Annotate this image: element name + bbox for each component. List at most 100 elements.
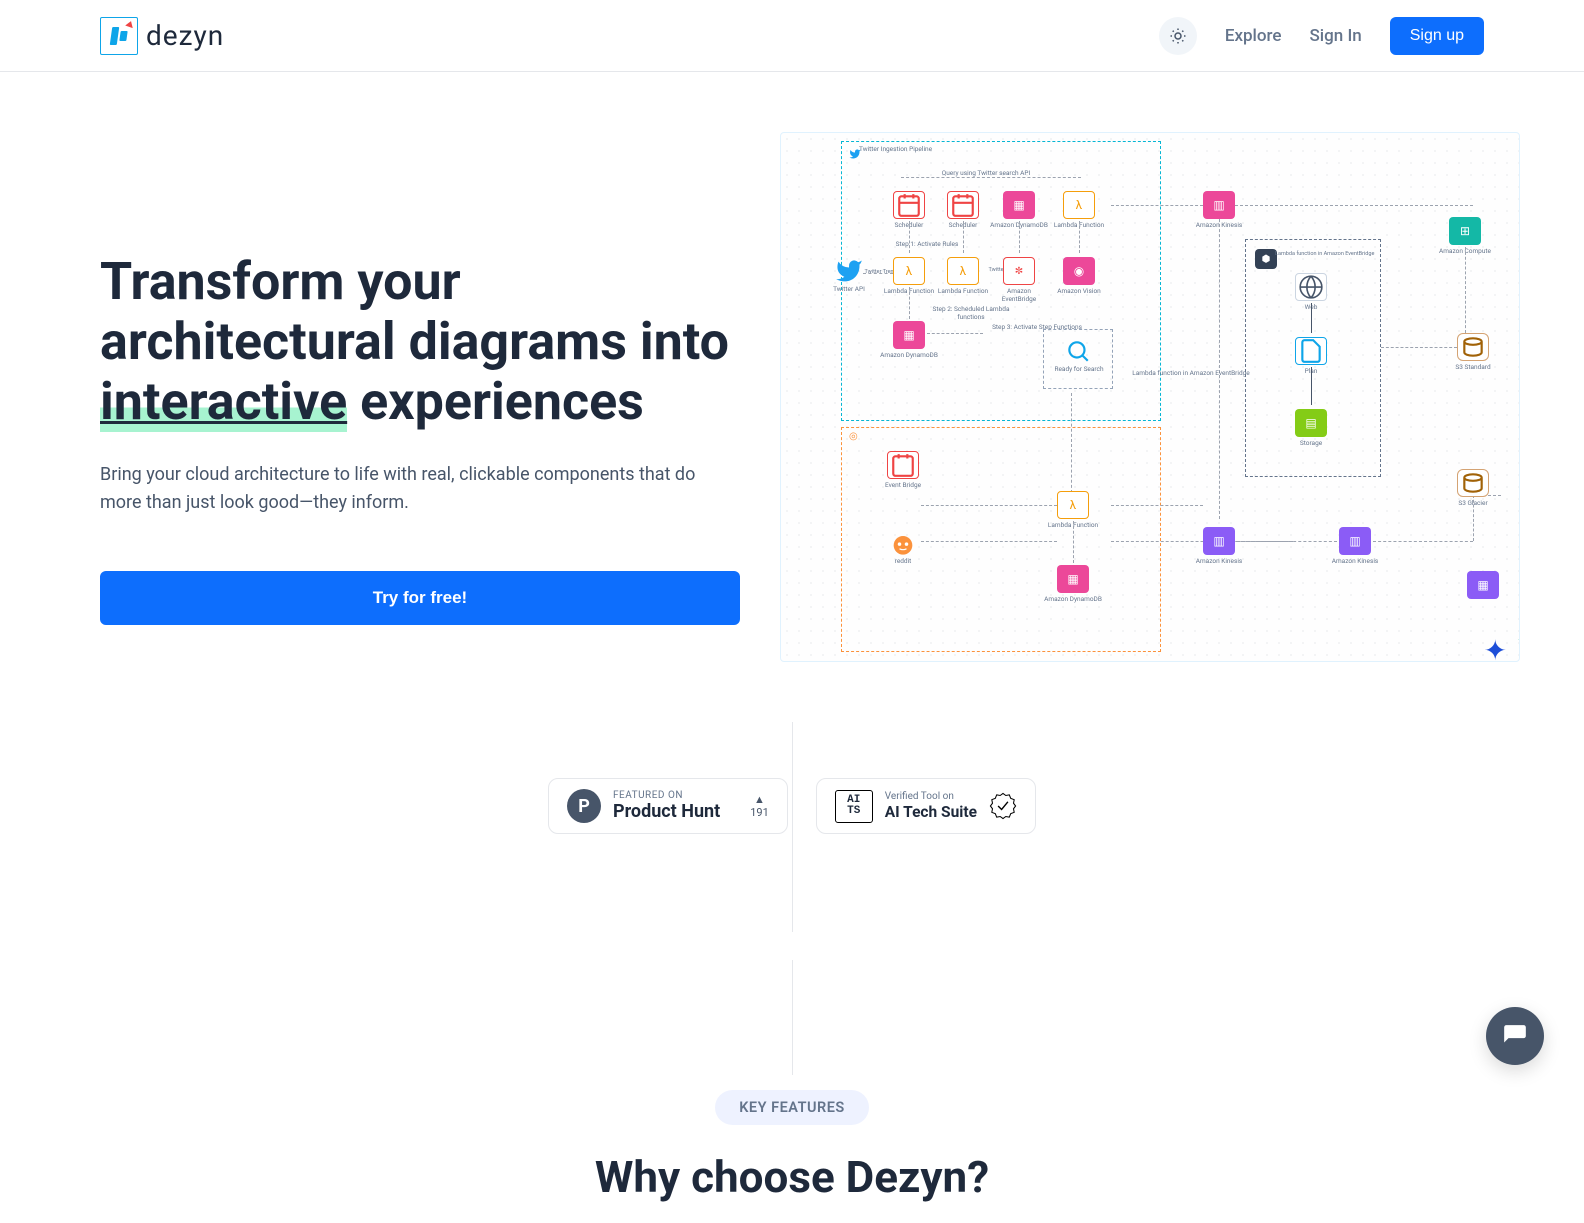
diagram-node-web — [1295, 273, 1327, 301]
diagram-node-lambda-fn: λ — [893, 257, 925, 285]
architecture-diagram: Twitter Ingestion Pipeline Query using T… — [780, 132, 1520, 662]
diagram-query-api-label: Query using Twitter search API — [916, 169, 1056, 177]
reddit-pipeline-icon: ◎ — [849, 431, 858, 442]
diagram-label: S3 Standard — [1443, 363, 1503, 371]
diagram-node-lambda-fn2: λ — [947, 257, 979, 285]
diagram-label: Amazon Vision — [1049, 287, 1109, 295]
features-heading: Why choose Dezyn? — [0, 1151, 1584, 1203]
features-pill: KEY FEATURES — [715, 1090, 869, 1125]
diagram-connector — [1311, 367, 1312, 405]
diagram-node-kinesis-top: ▥ — [1203, 191, 1235, 219]
decorative-vertical-line — [792, 960, 793, 1075]
diagram-label: Amazon Kinesis — [1325, 557, 1385, 565]
diagram-eventbridge-label: Lambda function in Amazon EventBridge — [1131, 369, 1251, 377]
cta-try-free-button[interactable]: Try for free! — [100, 571, 740, 625]
diagram-node-dynamo3: ▦ — [1057, 565, 1089, 593]
diagram-connector — [1311, 303, 1312, 333]
diagram-node-plan — [1295, 337, 1327, 365]
diagram-step2-label: Step 2: Scheduled Lambda functions — [921, 305, 1021, 321]
brand-logo[interactable]: dezyn — [100, 17, 224, 55]
hero-copy: Transform your architectural diagrams in… — [100, 252, 740, 625]
nav-signin[interactable]: Sign In — [1310, 26, 1362, 46]
diagram-connector — [1019, 221, 1020, 253]
diagram-label: Amazon Kinesis — [1189, 557, 1249, 565]
diagram-connector — [1111, 505, 1203, 506]
diagram-connector — [927, 333, 983, 334]
diagram-label: reddit — [873, 557, 933, 565]
diagram-label: Event Bridge — [873, 481, 933, 489]
diagram-label: Twitter API — [819, 285, 879, 293]
ph-upvotes: ▲ 191 — [750, 793, 769, 819]
diagram-label: Ready for Search — [1049, 365, 1109, 373]
sparkle-small-icon: ✦ — [1517, 633, 1520, 649]
diagram-node-vision: ◉ — [1063, 257, 1095, 285]
hero-title-highlight: interactive — [100, 371, 347, 432]
hero-illustration: ◁ Twitter Ingestion Pipeline Query using… — [780, 132, 1520, 662]
hero-section: Transform your architectural diagrams in… — [0, 72, 1584, 752]
logo-mark-icon — [100, 17, 138, 55]
verified-seal-icon — [989, 792, 1017, 820]
diagram-connector — [1073, 521, 1074, 563]
diagram-connector — [909, 287, 910, 319]
diagram-node-storage: ▤ — [1295, 409, 1327, 437]
diagram-connector — [909, 221, 910, 253]
diagram-connector — [863, 273, 893, 274]
diagram-connector — [1381, 347, 1457, 348]
diagram-node-scheduler — [893, 191, 925, 219]
hero-title-post: experiences — [347, 371, 644, 432]
diagram-node-dynamo2: ▦ — [893, 321, 925, 349]
diagram-label: Lambda Function — [933, 287, 993, 295]
diagram-label: Amazon DynamoDB — [879, 351, 939, 359]
diagram-connector — [1071, 393, 1072, 493]
ph-vote-count: 191 — [750, 806, 769, 819]
diagram-node-search — [1063, 338, 1093, 364]
diagram-node-kinesis1: ▥ — [1203, 527, 1235, 555]
diagram-label: Storage — [1281, 439, 1341, 447]
diagram-node-lambda: λ — [1063, 191, 1095, 219]
diagram-node-scheduler2 — [947, 191, 979, 219]
twitter-pipeline-label: Twitter Ingestion Pipeline — [859, 145, 979, 153]
chat-fab-button[interactable] — [1486, 1007, 1544, 1065]
hero-title-pre: Transform your architectural diagrams in… — [100, 251, 729, 372]
hero-subtitle: Bring your cloud architecture to life wi… — [100, 461, 720, 517]
nav-explore[interactable]: Explore — [1225, 26, 1282, 46]
brand-name: dezyn — [146, 19, 224, 52]
site-header: dezyn Explore Sign In Sign up — [0, 0, 1584, 72]
diagram-node-eventbridge: ✼ — [1003, 257, 1035, 285]
ph-name: Product Hunt — [613, 801, 720, 822]
signup-button[interactable]: Sign up — [1390, 17, 1484, 55]
badge-ai-tech-suite[interactable]: AI TS Verified Tool on AI Tech Suite — [816, 778, 1036, 834]
diagram-node-lambda3: λ — [1057, 491, 1089, 519]
header-nav: Explore Sign In Sign up — [1159, 17, 1484, 55]
diagram-label: Amazon DynamoDB — [1043, 595, 1103, 603]
caret-up-icon: ▲ — [754, 793, 765, 806]
diagram-connector — [921, 505, 1057, 506]
badges-row: P FEATURED ON Product Hunt ▲ 191 AI TS V… — [0, 752, 1584, 850]
badge-product-hunt[interactable]: P FEATURED ON Product Hunt ▲ 191 — [548, 778, 788, 834]
diagram-node-eventbridge2 — [887, 451, 919, 479]
theme-toggle-button[interactable] — [1159, 17, 1197, 55]
diagram-connector — [901, 177, 1081, 178]
chat-icon — [1502, 1023, 1528, 1049]
sun-icon — [1169, 27, 1187, 45]
diagram-node-reddit — [887, 529, 919, 557]
diagram-connector — [1373, 541, 1473, 542]
diagram-connector — [1079, 221, 1080, 253]
diagram-connector — [1465, 247, 1466, 333]
diagram-connector — [921, 541, 1057, 542]
diagram-node-s3-glacier — [1457, 469, 1489, 497]
aits-name: AI Tech Suite — [885, 803, 977, 821]
diagram-node-purple-br: ▦ — [1467, 571, 1499, 599]
diagram-eventbridge-title: Lambda function in Amazon EventBridge — [1275, 251, 1375, 257]
aits-verified-on: Verified Tool on — [885, 791, 977, 802]
diagram-connector — [963, 221, 964, 253]
product-hunt-icon: P — [567, 789, 601, 823]
diagram-connector — [1111, 205, 1203, 206]
diagram-node-dynamo: ▦ — [1003, 191, 1035, 219]
diagram-group-twitter-pipeline — [841, 141, 1161, 421]
ph-featured-on: FEATURED ON — [613, 790, 720, 801]
diagram-connector — [1235, 205, 1473, 206]
sparkle-icon: ✦ — [1484, 634, 1507, 662]
diagram-node-s3 — [1457, 333, 1489, 361]
diagram-connector — [1237, 541, 1337, 542]
